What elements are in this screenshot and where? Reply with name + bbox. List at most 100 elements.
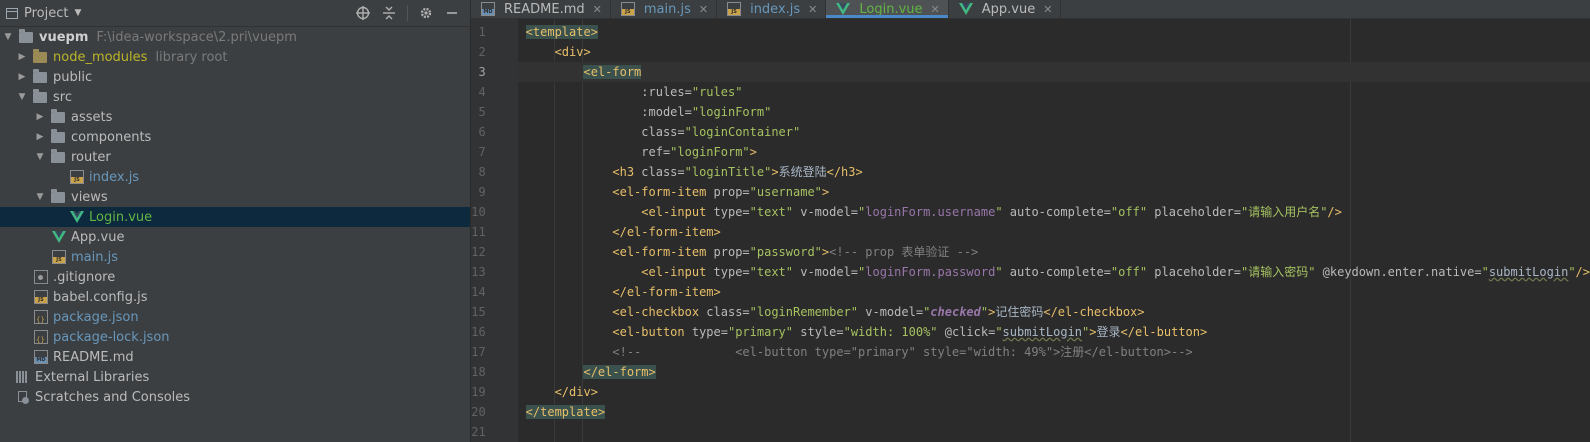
code-token: v-model=	[858, 305, 924, 319]
code-token: </el-checkbox>	[1043, 305, 1145, 319]
json-file-icon	[34, 310, 48, 324]
tree-item-readme[interactable]: README.md	[0, 347, 470, 367]
code-token: "text"	[749, 265, 793, 279]
line-number: 8	[478, 165, 486, 179]
code-token: >	[1089, 325, 1097, 339]
code-token: loginForm.username	[865, 205, 996, 219]
tree-item-label: router	[71, 149, 111, 165]
json-file-icon	[34, 330, 48, 344]
markdown-file-icon	[481, 2, 495, 16]
tree-item-app-vue[interactable]: App.vue	[0, 227, 470, 247]
code-token: "password"	[749, 245, 822, 259]
code-token: type=	[713, 205, 750, 219]
scratches-icon	[16, 390, 30, 404]
code-comment: <!-- <el-button type="primary" style="wi…	[612, 345, 1193, 359]
chevron-right-icon[interactable]: ▶	[34, 132, 46, 142]
line-number: 19	[471, 385, 486, 399]
tree-item-views[interactable]: ▼ views	[0, 187, 470, 207]
close-icon[interactable]: ✕	[1043, 3, 1052, 16]
code-token: "	[995, 325, 1003, 339]
code-token: <template>	[525, 25, 598, 39]
code-line: </template>	[518, 402, 1590, 422]
code-token: <div>	[554, 45, 591, 59]
code-line: <!-- <el-button type="primary" style="wi…	[518, 342, 1590, 362]
folder-icon	[51, 128, 65, 143]
tree-item-main-js[interactable]: main.js	[0, 247, 470, 267]
tree-item-label: babel.config.js	[53, 289, 148, 305]
close-icon[interactable]: ✕	[593, 3, 602, 16]
js-file-icon	[620, 2, 635, 16]
code-token: placeholder=	[1147, 265, 1241, 279]
tree-item-package-lock-json[interactable]: package-lock.json	[0, 327, 470, 347]
chevron-right-icon[interactable]: ▶	[34, 112, 46, 122]
tree-item-assets[interactable]: ▶ assets	[0, 107, 470, 127]
code-line: <el-checkbox class="loginRemember" v-mod…	[518, 302, 1590, 322]
tree-item-package-json[interactable]: package.json	[0, 307, 470, 327]
tree-item-external-libraries[interactable]: External Libraries	[0, 367, 470, 387]
code-token: class=	[641, 125, 685, 139]
vue-file-icon	[70, 210, 84, 224]
line-number: 5	[478, 105, 486, 119]
tree-item-label: .gitignore	[53, 269, 116, 285]
chevron-down-icon[interactable]: ▼	[34, 192, 46, 202]
tree-item-gitignore[interactable]: .gitignore	[0, 267, 470, 287]
tree-item-root[interactable]: ▼ vuepm F:\idea-workspace\2.pri\vuepm	[0, 27, 470, 47]
code-token: "loginTitle"	[684, 165, 772, 179]
line-number: 2	[478, 45, 486, 59]
line-number: 12	[471, 245, 486, 259]
tree-item-label: node_modules	[53, 49, 148, 65]
code-editor[interactable]: 1 2 3 4 5 6 7 8 9 10 11 12 13 14 15 16 1…	[471, 19, 1590, 442]
code-token: <h3	[612, 165, 642, 179]
chevron-right-icon[interactable]: ▶	[16, 52, 28, 62]
chevron-down-icon[interactable]: ▼	[16, 92, 28, 102]
close-icon[interactable]: ✕	[699, 3, 708, 16]
tab-label: index.js	[750, 1, 801, 17]
chevron-right-icon[interactable]: ▶	[16, 72, 28, 82]
tree-item-router[interactable]: ▼ router	[0, 147, 470, 167]
collapse-icon[interactable]	[377, 3, 401, 23]
tree-item-label: Scratches and Consoles	[35, 389, 191, 405]
tree-item-components[interactable]: ▶ components	[0, 127, 470, 147]
code-token: </el-form-item>	[612, 225, 721, 239]
tree-item-login-vue[interactable]: Login.vue	[0, 207, 470, 227]
code-token: class=	[641, 165, 685, 179]
line-number: 10	[471, 205, 486, 219]
code-token: submitLogin	[1002, 325, 1083, 339]
tab-app-vue[interactable]: App.vue ✕	[949, 0, 1062, 18]
folder-icon	[51, 188, 65, 203]
project-panel-title: Project	[24, 5, 69, 21]
library-folder-icon	[33, 48, 47, 63]
code-line: :model="loginForm"	[518, 102, 1590, 122]
tree-item-src[interactable]: ▼ src	[0, 87, 470, 107]
code-token: :model=	[641, 105, 692, 119]
tab-main-js[interactable]: main.js ✕	[611, 0, 718, 18]
code-token: ref=	[641, 145, 671, 159]
code-token: "off"	[1110, 205, 1148, 219]
tree-item-node-modules[interactable]: ▶ node_modules library root	[0, 47, 470, 67]
code-token: style=	[793, 325, 844, 339]
tree-item-babel-config[interactable]: babel.config.js	[0, 287, 470, 307]
tab-readme-md[interactable]: README.md ✕	[471, 0, 611, 18]
gitignore-file-icon	[34, 270, 48, 284]
gear-icon[interactable]	[414, 3, 438, 23]
close-icon[interactable]: ✕	[931, 3, 940, 16]
tree-item-scratches[interactable]: Scratches and Consoles	[0, 387, 470, 407]
close-icon[interactable]: ✕	[808, 3, 817, 16]
chevron-down-icon[interactable]: ▼	[34, 152, 46, 162]
tree-item-public[interactable]: ▶ public	[0, 67, 470, 87]
tab-login-vue[interactable]: Login.vue ✕	[826, 0, 949, 18]
project-view-selector[interactable]: Project ▼	[0, 6, 81, 21]
code-comment: <!-- prop 表单验证 -->	[829, 245, 979, 259]
tab-index-js[interactable]: index.js ✕	[717, 0, 827, 18]
chevron-down-icon[interactable]: ▼	[2, 32, 14, 42]
folder-icon	[19, 28, 33, 43]
code-token: </el-form-item>	[612, 285, 721, 299]
crosshair-icon[interactable]	[351, 3, 375, 23]
code-token: </h3>	[826, 165, 863, 179]
folder-icon	[51, 148, 65, 163]
minimize-icon[interactable]	[440, 3, 464, 23]
vue-file-icon	[52, 230, 66, 244]
code-token: prop=	[713, 185, 750, 199]
code-lines[interactable]: <template> <div> <el-form :rules="rules"…	[517, 19, 1590, 442]
tree-item-router-index-js[interactable]: index.js	[0, 167, 470, 187]
